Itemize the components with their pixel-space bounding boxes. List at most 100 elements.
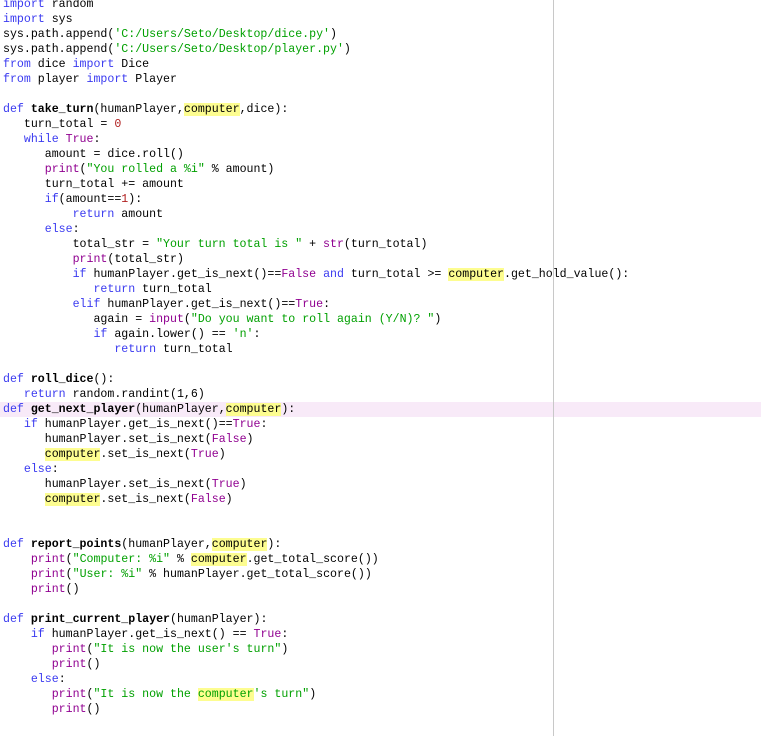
code-line[interactable]: print("User: %i" % humanPlayer.get_total… xyxy=(0,567,761,582)
code-line[interactable]: else: xyxy=(0,222,761,237)
token-code-text: humanPlayer.set_is_next( xyxy=(3,478,212,491)
code-line[interactable]: sys.path.append('C:/Users/Seto/Desktop/d… xyxy=(0,27,761,42)
token-keyword: else xyxy=(23,463,52,476)
token-code-text: % amount) xyxy=(204,163,275,176)
token-code-text: amount xyxy=(114,208,164,221)
code-line[interactable]: total_str = "Your turn total is " + str(… xyxy=(0,237,761,252)
code-line[interactable]: turn_total = 0 xyxy=(0,117,761,132)
token-string: "Do you want to roll again (Y/N)? " xyxy=(190,313,435,326)
code-line[interactable]: from player import Player xyxy=(0,72,761,87)
code-line[interactable]: computer.set_is_next(True) xyxy=(0,447,761,462)
token-code-text xyxy=(3,133,24,146)
token-keyword: if xyxy=(44,193,59,206)
token-string: 'n' xyxy=(232,328,254,341)
token-code-text: humanPlayer.get_is_next() == xyxy=(44,628,254,641)
token-code-text xyxy=(3,268,73,281)
code-line[interactable]: print(total_str) xyxy=(0,252,761,267)
code-line[interactable] xyxy=(0,357,761,372)
token-string: 'C:/Users/Seto/Desktop/player.py' xyxy=(114,43,344,56)
code-line[interactable]: def take_turn(humanPlayer,computer,dice)… xyxy=(0,102,761,117)
token-builtin: input xyxy=(149,313,184,326)
code-line[interactable]: print() xyxy=(0,702,761,717)
token-code-text: ) xyxy=(225,493,233,506)
code-line[interactable]: return amount xyxy=(0,207,761,222)
token-code-text: player xyxy=(30,73,87,86)
code-line[interactable]: def get_next_player(humanPlayer,computer… xyxy=(0,402,761,417)
code-line[interactable] xyxy=(0,597,761,612)
code-line[interactable] xyxy=(0,87,761,102)
code-line[interactable]: return turn_total xyxy=(0,342,761,357)
token-code-text xyxy=(3,658,52,671)
code-line[interactable]: humanPlayer.set_is_next(False) xyxy=(0,432,761,447)
token-builtin: print xyxy=(51,643,87,656)
token-code-text: ( xyxy=(65,568,73,581)
code-line[interactable]: if humanPlayer.get_is_next()==False and … xyxy=(0,267,761,282)
code-line[interactable] xyxy=(0,507,761,522)
code-line[interactable]: import random xyxy=(0,0,761,12)
token-highlighted-identifier: computer xyxy=(448,268,504,281)
code-line[interactable]: if humanPlayer.get_is_next() == True: xyxy=(0,627,761,642)
token-code-text: ) xyxy=(343,43,351,56)
code-line[interactable] xyxy=(0,522,761,537)
code-line[interactable]: while True: xyxy=(0,132,761,147)
code-line[interactable]: def report_points(humanPlayer,computer): xyxy=(0,537,761,552)
code-line[interactable]: sys.path.append('C:/Users/Seto/Desktop/p… xyxy=(0,42,761,57)
token-code-text: : xyxy=(51,463,59,476)
code-line[interactable]: return random.randint(1,6) xyxy=(0,387,761,402)
token-code-text: turn_total xyxy=(156,343,233,356)
token-highlighted-identifier: computer xyxy=(197,688,254,701)
code-line[interactable]: def print_current_player(humanPlayer): xyxy=(0,612,761,627)
token-keyword: else xyxy=(44,223,73,236)
right-margin-guide xyxy=(553,0,554,736)
code-line[interactable]: computer.set_is_next(False) xyxy=(0,492,761,507)
code-line[interactable]: humanPlayer.set_is_next(True) xyxy=(0,477,761,492)
code-line[interactable]: again = input("Do you want to roll again… xyxy=(0,312,761,327)
token-code-text xyxy=(3,193,45,206)
token-builtin: True xyxy=(295,298,324,311)
code-line[interactable]: print("You rolled a %i" % amount) xyxy=(0,162,761,177)
code-line[interactable]: print() xyxy=(0,657,761,672)
token-builtin: print xyxy=(51,703,87,716)
code-editor[interactable]: import random import sys sys.path.append('… xyxy=(0,0,761,717)
token-builtin: True xyxy=(211,478,240,491)
token-builtin: print xyxy=(51,658,87,671)
code-line[interactable]: elif humanPlayer.get_is_next()==True: xyxy=(0,297,761,312)
code-line[interactable]: return turn_total xyxy=(0,282,761,297)
token-code-text: ( xyxy=(79,163,87,176)
code-line[interactable]: import sys xyxy=(0,12,761,27)
token-code-text: ( xyxy=(183,313,191,326)
token-builtin: print xyxy=(72,253,108,266)
token-code-text: ( xyxy=(65,553,73,566)
code-line[interactable]: print() xyxy=(0,582,761,597)
token-highlighted-identifier: computer xyxy=(225,403,282,416)
code-line[interactable]: if again.lower() == 'n': xyxy=(0,327,761,342)
code-line[interactable]: else: xyxy=(0,672,761,687)
code-line[interactable]: amount = dice.roll() xyxy=(0,147,761,162)
code-line[interactable]: else: xyxy=(0,462,761,477)
token-code-text: humanPlayer.get_is_next()== xyxy=(37,418,233,431)
token-keyword: import xyxy=(3,13,45,26)
token-keyword: from xyxy=(3,73,31,86)
code-line[interactable]: def roll_dice(): xyxy=(0,372,761,387)
token-highlighted-identifier: computer xyxy=(190,553,247,566)
code-line[interactable]: from dice import Dice xyxy=(0,57,761,72)
code-line[interactable]: print("Computer: %i" % computer.get_tota… xyxy=(0,552,761,567)
token-keyword: else xyxy=(30,673,59,686)
token-builtin: str xyxy=(323,238,344,251)
code-line[interactable]: print("It is now the computer's turn") xyxy=(0,687,761,702)
token-keyword: if xyxy=(23,418,38,431)
code-line[interactable]: if humanPlayer.get_is_next()==True: xyxy=(0,417,761,432)
token-code-text: dice xyxy=(30,58,73,71)
token-code-text: ) xyxy=(218,448,226,461)
token-keyword: if xyxy=(93,328,108,341)
token-code-text: ,dice): xyxy=(239,103,289,116)
code-line[interactable]: print("It is now the user's turn") xyxy=(0,642,761,657)
token-code-text: : xyxy=(72,223,80,236)
token-keyword: def xyxy=(3,538,24,551)
token-code-text: : xyxy=(281,628,289,641)
code-line[interactable]: if(amount==1): xyxy=(0,192,761,207)
token-code-text: (humanPlayer): xyxy=(170,613,268,626)
code-line[interactable]: turn_total += amount xyxy=(0,177,761,192)
token-code-text: (): xyxy=(93,373,115,386)
token-function-name: take_turn xyxy=(30,103,94,116)
